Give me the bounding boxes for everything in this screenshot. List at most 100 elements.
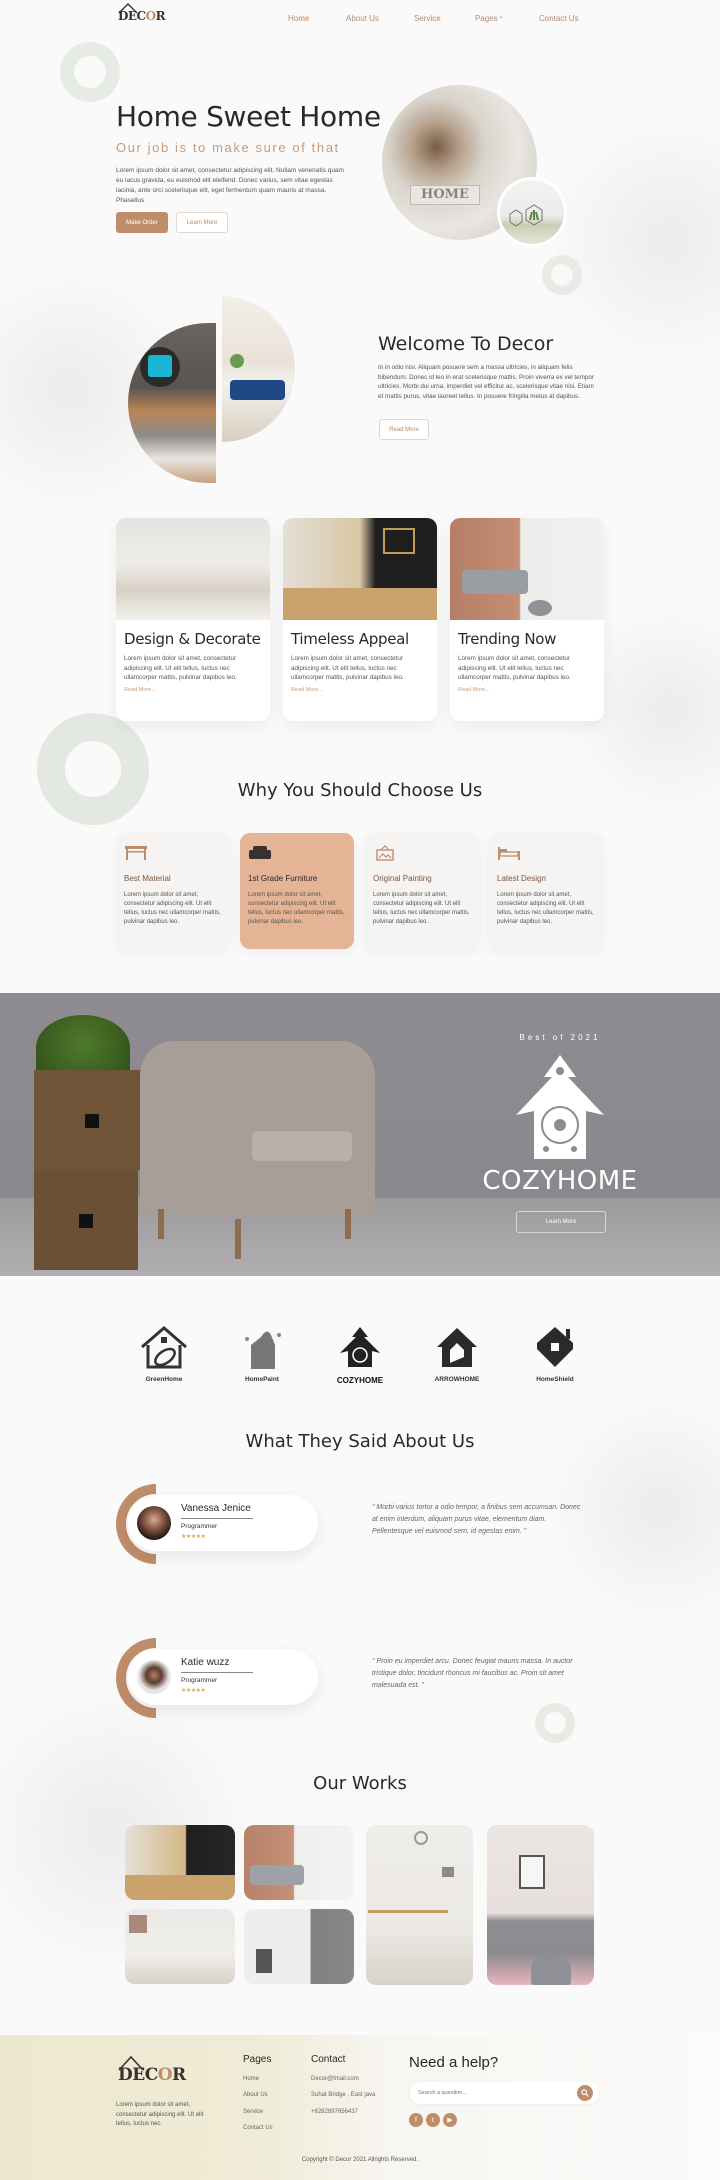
feature-read-more-link[interactable]: Read More... bbox=[458, 687, 596, 693]
partner-logo-homeshield: HomeShield bbox=[515, 1325, 595, 1383]
footer-about: Lorem ipsum dolor sit amet, consectetur … bbox=[116, 2102, 204, 2127]
arrowhome-logo-icon bbox=[437, 1328, 477, 1367]
search-icon bbox=[581, 2089, 589, 2097]
work-image[interactable] bbox=[244, 1909, 354, 1984]
testimonial-role: Programmer bbox=[181, 1523, 218, 1530]
partner-logo-greenhome: GreenHome bbox=[124, 1325, 204, 1383]
homeshield-logo-icon bbox=[537, 1327, 573, 1367]
facebook-icon[interactable]: f bbox=[409, 2113, 423, 2127]
why-item-title: Latest Design bbox=[497, 874, 546, 883]
logo-text: DECOR bbox=[118, 2065, 186, 2085]
feature-title: Design & Decorate bbox=[124, 630, 261, 648]
why-item-title: Original Painting bbox=[373, 874, 432, 883]
nav-about-us[interactable]: About Us bbox=[346, 14, 379, 23]
nav-contact-us[interactable]: Contact Us bbox=[539, 14, 579, 23]
why-item: Original Painting Lorem ipsum dolor sit … bbox=[365, 833, 479, 949]
why-item: Latest Design Lorem ipsum dolor sit amet… bbox=[489, 833, 603, 949]
welcome-title: Welcome To Decor bbox=[378, 333, 554, 355]
banner-brand: COZYHOME bbox=[482, 1166, 638, 1196]
work-image[interactable] bbox=[125, 1825, 235, 1900]
make-order-button[interactable]: Make Order bbox=[116, 212, 168, 233]
partner-logo-homepaint: HomePaint bbox=[222, 1325, 302, 1383]
greenhome-logo-icon bbox=[141, 1326, 187, 1369]
testimonial-name: Katie wuzz bbox=[181, 1657, 230, 1668]
copyright: Copyright © Decor 2021 Allrights Reserve… bbox=[301, 2157, 419, 2163]
work-image[interactable] bbox=[244, 1825, 354, 1900]
painting-icon bbox=[376, 845, 394, 861]
nav-home[interactable]: Home bbox=[288, 14, 309, 23]
logo-accent-letter: O bbox=[157, 2065, 173, 2085]
bg-watercolor bbox=[540, 110, 720, 370]
welcome-body: In in odio nisi. Aliquam posuere sem a m… bbox=[378, 364, 594, 400]
why-item-active: 1st Grade Furniture Lorem ipsum dolor si… bbox=[240, 833, 354, 949]
footer-link-home[interactable]: Home bbox=[243, 2076, 259, 2082]
logo[interactable]: DECOR bbox=[116, 2, 176, 24]
why-title: Why You Should Choose Us bbox=[237, 780, 483, 801]
footer-help-title: Need a help? bbox=[409, 2054, 499, 2071]
star-rating: ★★★★★ bbox=[181, 1688, 206, 1694]
work-image[interactable] bbox=[125, 1909, 235, 1984]
feature-body: Lorem ipsum dolor sit amet, consectetur … bbox=[291, 655, 404, 681]
avatar bbox=[137, 1506, 171, 1540]
nav-pages[interactable]: Pages bbox=[475, 14, 498, 23]
nav-service[interactable]: Service bbox=[414, 14, 441, 23]
footer-logo[interactable]: DECOR bbox=[116, 2055, 186, 2085]
hero-title: Home Sweet Home bbox=[116, 100, 381, 133]
cozyhome-logo-icon bbox=[516, 1055, 604, 1159]
why-item-body: Lorem ipsum dolor sit amet, consectetur … bbox=[248, 892, 345, 925]
footer-phone[interactable]: +6282897656437 bbox=[311, 2109, 358, 2115]
why-item-title: 1st Grade Furniture bbox=[248, 874, 318, 883]
homepaint-logo-icon bbox=[245, 1331, 281, 1369]
cozyhome-partner-icon bbox=[340, 1327, 380, 1367]
work-image[interactable] bbox=[487, 1825, 594, 1985]
footer: DECOR Lorem ipsum dolor sit amet, consec… bbox=[0, 2035, 720, 2180]
footer-link-service[interactable]: Service bbox=[243, 2109, 263, 2115]
banner-kicker: Best of 2021 bbox=[519, 1033, 601, 1042]
read-more-button[interactable]: Read More bbox=[379, 419, 429, 440]
footer-link-about[interactable]: About Us bbox=[243, 2092, 268, 2098]
help-search-input[interactable] bbox=[418, 2087, 568, 2099]
welcome-image-bedroom bbox=[222, 296, 295, 442]
feature-image-bedroom bbox=[283, 518, 437, 620]
decor-ring bbox=[37, 713, 149, 825]
partner-name: HomeShield bbox=[536, 1376, 574, 1383]
learn-more-button[interactable]: Learn More bbox=[176, 212, 228, 233]
footer-email[interactable]: Decor@fmail.com bbox=[311, 2076, 359, 2082]
help-search-box bbox=[410, 2082, 599, 2104]
footer-link-contact[interactable]: Contact Us bbox=[243, 2125, 273, 2131]
search-button[interactable] bbox=[577, 2085, 593, 2101]
partner-logo-arrowhome: ARROWHOME bbox=[417, 1325, 497, 1383]
testimonial-quote: " Proin eu imperdiet arcu. Donec feugiat… bbox=[372, 1658, 573, 1689]
partner-name: COZYHOME bbox=[336, 1376, 384, 1385]
feature-body: Lorem ipsum dolor sit amet, consectetur … bbox=[124, 655, 237, 681]
feature-title: Trending Now bbox=[458, 630, 557, 648]
feature-body: Lorem ipsum dolor sit amet, consectetur … bbox=[458, 655, 571, 681]
footer-address: Suhat Bridge , East java bbox=[311, 2092, 376, 2098]
feature-read-more-link[interactable]: Read More... bbox=[124, 687, 262, 693]
avatar bbox=[137, 1660, 171, 1694]
testimonial-quote: " Morbi varius tortor a odio tempor, a f… bbox=[372, 1504, 581, 1535]
testimonial-card: Vanessa Jenice Programmer ★★★★★ bbox=[128, 1495, 318, 1551]
feature-card: Timeless Appeal Lorem ipsum dolor sit am… bbox=[283, 518, 437, 721]
decor-ring bbox=[60, 42, 120, 102]
footer-pages-title: Pages bbox=[243, 2054, 272, 2065]
footer-contact-title: Contact bbox=[311, 2054, 346, 2065]
feature-read-more-link[interactable]: Read More... bbox=[291, 687, 429, 693]
youtube-icon[interactable]: ▶ bbox=[443, 2113, 457, 2127]
why-item-body: Lorem ipsum dolor sit amet, consectetur … bbox=[124, 892, 221, 925]
hero-subtitle: Our job is to make sure of that bbox=[116, 140, 340, 155]
work-image[interactable] bbox=[366, 1825, 473, 1985]
testimonial-name: Vanessa Jenice bbox=[181, 1503, 251, 1514]
twitter-icon[interactable]: t bbox=[426, 2113, 440, 2127]
feature-image-living-room bbox=[116, 518, 270, 620]
chevron-down-icon[interactable]: ⌄ bbox=[498, 12, 504, 20]
armchair-icon bbox=[249, 846, 271, 859]
partner-name: GreenHome bbox=[145, 1376, 183, 1383]
testimonial-role: Programmer bbox=[181, 1677, 218, 1684]
logo-text: DECOR bbox=[118, 9, 166, 23]
logo-accent-letter: O bbox=[145, 9, 156, 23]
banner-learn-more-button[interactable]: Learn More bbox=[516, 1211, 606, 1233]
divider bbox=[181, 1518, 253, 1519]
hero-image-plants bbox=[497, 177, 567, 247]
divider bbox=[181, 1672, 253, 1673]
